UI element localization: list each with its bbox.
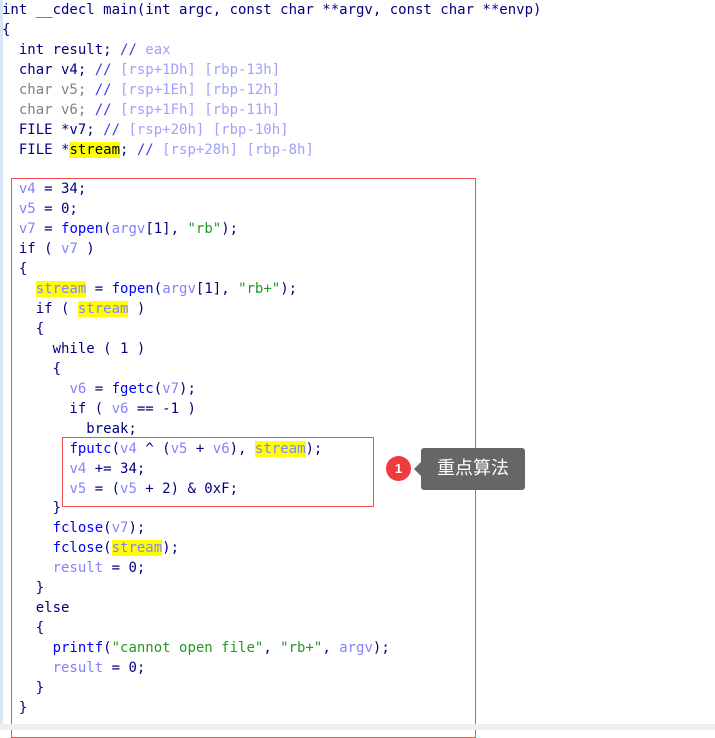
code-token: [rsp+20h] [rbp-10h] — [120, 121, 289, 138]
code-token: { — [2, 21, 11, 38]
code-token: [rsp+1Eh] [rbp-12h] — [111, 81, 281, 98]
code-line[interactable]: int result; // eax — [2, 41, 541, 61]
annotation-badge: 1 — [386, 456, 411, 481]
code-line[interactable]: FILE *stream; // [rsp+28h] [rbp-8h] — [2, 141, 541, 161]
code-line[interactable]: int __cdecl main(int argc, const char **… — [2, 1, 541, 21]
code-line[interactable]: char v5; // [rsp+1Eh] [rbp-12h] — [2, 81, 541, 101]
annotation-tooltip: 重点算法 — [421, 448, 525, 490]
code-token: // — [136, 141, 154, 158]
code-token: [rsp+28h] [rbp-8h] — [153, 141, 314, 158]
code-token: char v5; — [2, 81, 95, 98]
code-token: // — [94, 101, 112, 118]
code-token: // — [120, 41, 137, 58]
code-token: FILE *v7; — [2, 121, 104, 138]
code-token: ; — [120, 141, 137, 158]
code-token: [rsp+1Dh] [rbp-13h] — [111, 61, 281, 78]
code-token: int result; — [2, 41, 121, 58]
code-token: stream — [69, 141, 121, 158]
highlight-box-core-algorithm — [62, 437, 374, 507]
code-token: [rsp+1Fh] [rbp-11h] — [111, 101, 281, 118]
code-line[interactable]: { — [2, 21, 541, 41]
code-token: int __cdecl main(int argc, const char **… — [2, 2, 542, 18]
code-token: FILE * — [2, 141, 70, 158]
code-token: eax — [136, 41, 171, 58]
tooltip-arrow — [414, 462, 421, 476]
code-token: // — [94, 81, 112, 98]
code-token: char v4; — [2, 61, 95, 78]
code-token: // — [94, 61, 112, 78]
code-token: // — [103, 121, 121, 138]
code-token: char v6; — [2, 101, 95, 118]
code-line[interactable]: char v4; // [rsp+1Dh] [rbp-13h] — [2, 61, 541, 81]
horizontal-scrollbar[interactable] — [0, 724, 715, 730]
code-line[interactable]: char v6; // [rsp+1Fh] [rbp-11h] — [2, 101, 541, 121]
code-line[interactable]: FILE *v7; // [rsp+20h] [rbp-10h] — [2, 121, 541, 141]
